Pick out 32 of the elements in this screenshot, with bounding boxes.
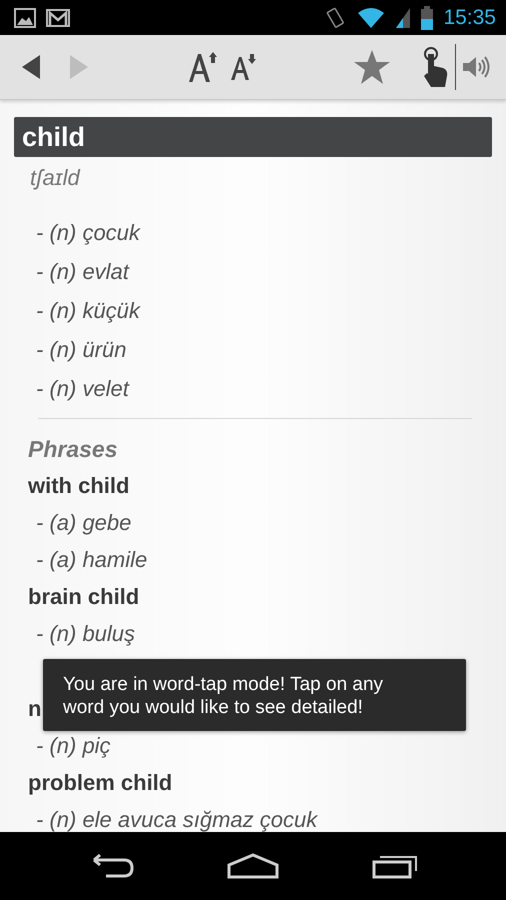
hand-tap-icon[interactable]	[421, 46, 449, 88]
phrase-heading: with child	[27, 472, 130, 500]
phrase-heading: n	[27, 695, 42, 723]
headword-title: child	[14, 117, 492, 157]
clock-time: 15:35	[443, 6, 496, 30]
translation-text: - (a) hamile	[35, 546, 148, 574]
home-nav-icon[interactable]	[226, 853, 279, 879]
translation-text: - (a) gebe	[35, 509, 132, 537]
translation-text: - (n) küçük	[35, 297, 142, 325]
translation-text: - (n) evlat	[35, 258, 130, 286]
translation-text: - (n) çocuk	[35, 219, 142, 247]
translation-text: - (n) ürün	[35, 336, 128, 364]
phrases-heading: Phrases	[27, 435, 119, 464]
phrase-heading: problem child	[27, 769, 172, 797]
signal-icon	[395, 6, 412, 28]
mail-icon	[46, 8, 70, 26]
recent-apps-icon[interactable]	[372, 853, 420, 879]
phrase-heading: brain child	[27, 583, 140, 611]
font-decrease-icon[interactable]	[228, 53, 256, 81]
gallery-icon	[14, 8, 36, 28]
pronunciation-text: tʃaɪld	[30, 165, 82, 192]
translation-text: - (n) buluş	[35, 620, 136, 648]
translation-text: - (n) velet	[35, 375, 130, 403]
speaker-icon[interactable]	[462, 55, 492, 79]
star-icon[interactable]	[353, 49, 391, 85]
back-button[interactable]	[20, 54, 42, 80]
wifi-icon	[357, 6, 386, 28]
toast-message: You are in word-tap mode! Tap on any word you would like to see detailed!	[43, 659, 466, 731]
font-increase-icon[interactable]	[186, 51, 218, 83]
translation-text: - (n) piç	[35, 732, 112, 760]
battery-icon	[421, 6, 434, 30]
translation-text: - (n) ele avuca sığmaz çocuk	[35, 806, 319, 832]
